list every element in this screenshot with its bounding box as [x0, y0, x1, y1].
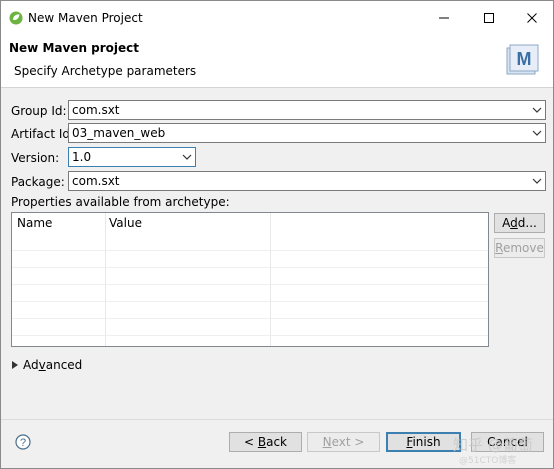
- add-button[interactable]: Add...: [494, 213, 545, 233]
- package-value: com.sxt: [72, 174, 120, 188]
- add-label-post: d...: [517, 216, 537, 230]
- help-icon[interactable]: ?: [15, 434, 31, 450]
- finish-button[interactable]: Finish: [386, 432, 461, 452]
- table-row-line: [12, 250, 488, 251]
- remove-label-mnemonic: R: [495, 241, 503, 255]
- chevron-down-icon: [532, 107, 542, 113]
- table-row-line: [12, 267, 488, 268]
- maven-logo-letter: M: [517, 49, 532, 69]
- window-title: New Maven Project: [28, 11, 143, 25]
- package-label: Package:: [11, 175, 65, 189]
- advanced-label: Advanced: [23, 358, 82, 372]
- footer-separator: [1, 419, 553, 420]
- remove-button[interactable]: Remove: [494, 238, 545, 258]
- back-label-mnemonic: B: [257, 435, 267, 449]
- finish-label-post: inish: [412, 435, 441, 449]
- maven-logo-icon: M: [506, 44, 539, 75]
- next-button[interactable]: Next >: [307, 432, 380, 452]
- column-header-name[interactable]: Name: [17, 216, 52, 230]
- package-combo[interactable]: com.sxt: [68, 171, 546, 191]
- column-divider: [105, 213, 106, 346]
- advanced-label-mnemonic: v: [38, 358, 46, 372]
- table-row-line: [12, 318, 488, 319]
- back-button[interactable]: < Back: [229, 432, 302, 452]
- table-row-line: [12, 335, 488, 336]
- advanced-label-pre: Ad: [23, 358, 39, 372]
- artifact-id-value: 03_maven_web: [72, 126, 166, 140]
- version-label: Version:: [11, 151, 60, 165]
- table-row-line: [12, 284, 488, 285]
- chevron-down-icon: [532, 130, 542, 136]
- column-header-value[interactable]: Value: [109, 216, 142, 230]
- maximize-icon: [484, 13, 494, 23]
- advanced-label-post: anced: [45, 358, 83, 372]
- minimize-button[interactable]: [430, 7, 458, 29]
- advanced-toggle[interactable]: Advanced: [12, 358, 82, 372]
- properties-table[interactable]: Name Value: [11, 212, 489, 347]
- chevron-down-icon: [182, 154, 192, 160]
- spring-leaf-icon: [9, 11, 23, 25]
- column-divider: [270, 213, 271, 346]
- group-id-label: Group Id:: [11, 104, 67, 118]
- watermark-text: 知乎 @葡萄: [453, 436, 533, 454]
- properties-label: Properties available from archetype:: [11, 195, 230, 209]
- minimize-icon: [439, 17, 449, 19]
- group-id-combo[interactable]: com.sxt: [68, 100, 546, 120]
- version-value: 1.0: [72, 150, 92, 164]
- wizard-header: New Maven project Specify Archetype para…: [1, 35, 553, 88]
- close-icon: [527, 13, 537, 23]
- next-label-mnemonic: N: [322, 435, 332, 449]
- add-label-pre: A: [502, 216, 511, 230]
- wizard-title: New Maven project: [9, 41, 140, 55]
- wizard-subtitle: Specify Archetype parameters: [14, 64, 197, 78]
- chevron-down-icon: [532, 178, 542, 184]
- watermark-subtext: @51CTO博客: [459, 456, 517, 466]
- add-label-mnemonic: d: [510, 216, 518, 230]
- back-label-pre: <: [243, 435, 258, 449]
- svg-text:?: ?: [20, 437, 26, 449]
- table-row-line: [12, 301, 488, 302]
- artifact-id-label: Artifact Id:: [11, 127, 75, 141]
- group-id-value: com.sxt: [72, 103, 120, 117]
- dialog-window: New Maven Project New Maven project Spec…: [0, 0, 554, 469]
- maximize-button[interactable]: [475, 7, 503, 29]
- artifact-id-combo[interactable]: 03_maven_web: [68, 123, 546, 143]
- back-label-post: ack: [266, 435, 287, 449]
- table-header: Name Value: [12, 213, 488, 233]
- next-label-post: ext >: [331, 435, 365, 449]
- close-button[interactable]: [518, 7, 546, 29]
- title-bar: New Maven Project: [1, 1, 553, 35]
- remove-label-post: emove: [502, 241, 544, 255]
- expand-triangle-icon: [12, 361, 18, 369]
- version-combo[interactable]: 1.0: [68, 147, 196, 167]
